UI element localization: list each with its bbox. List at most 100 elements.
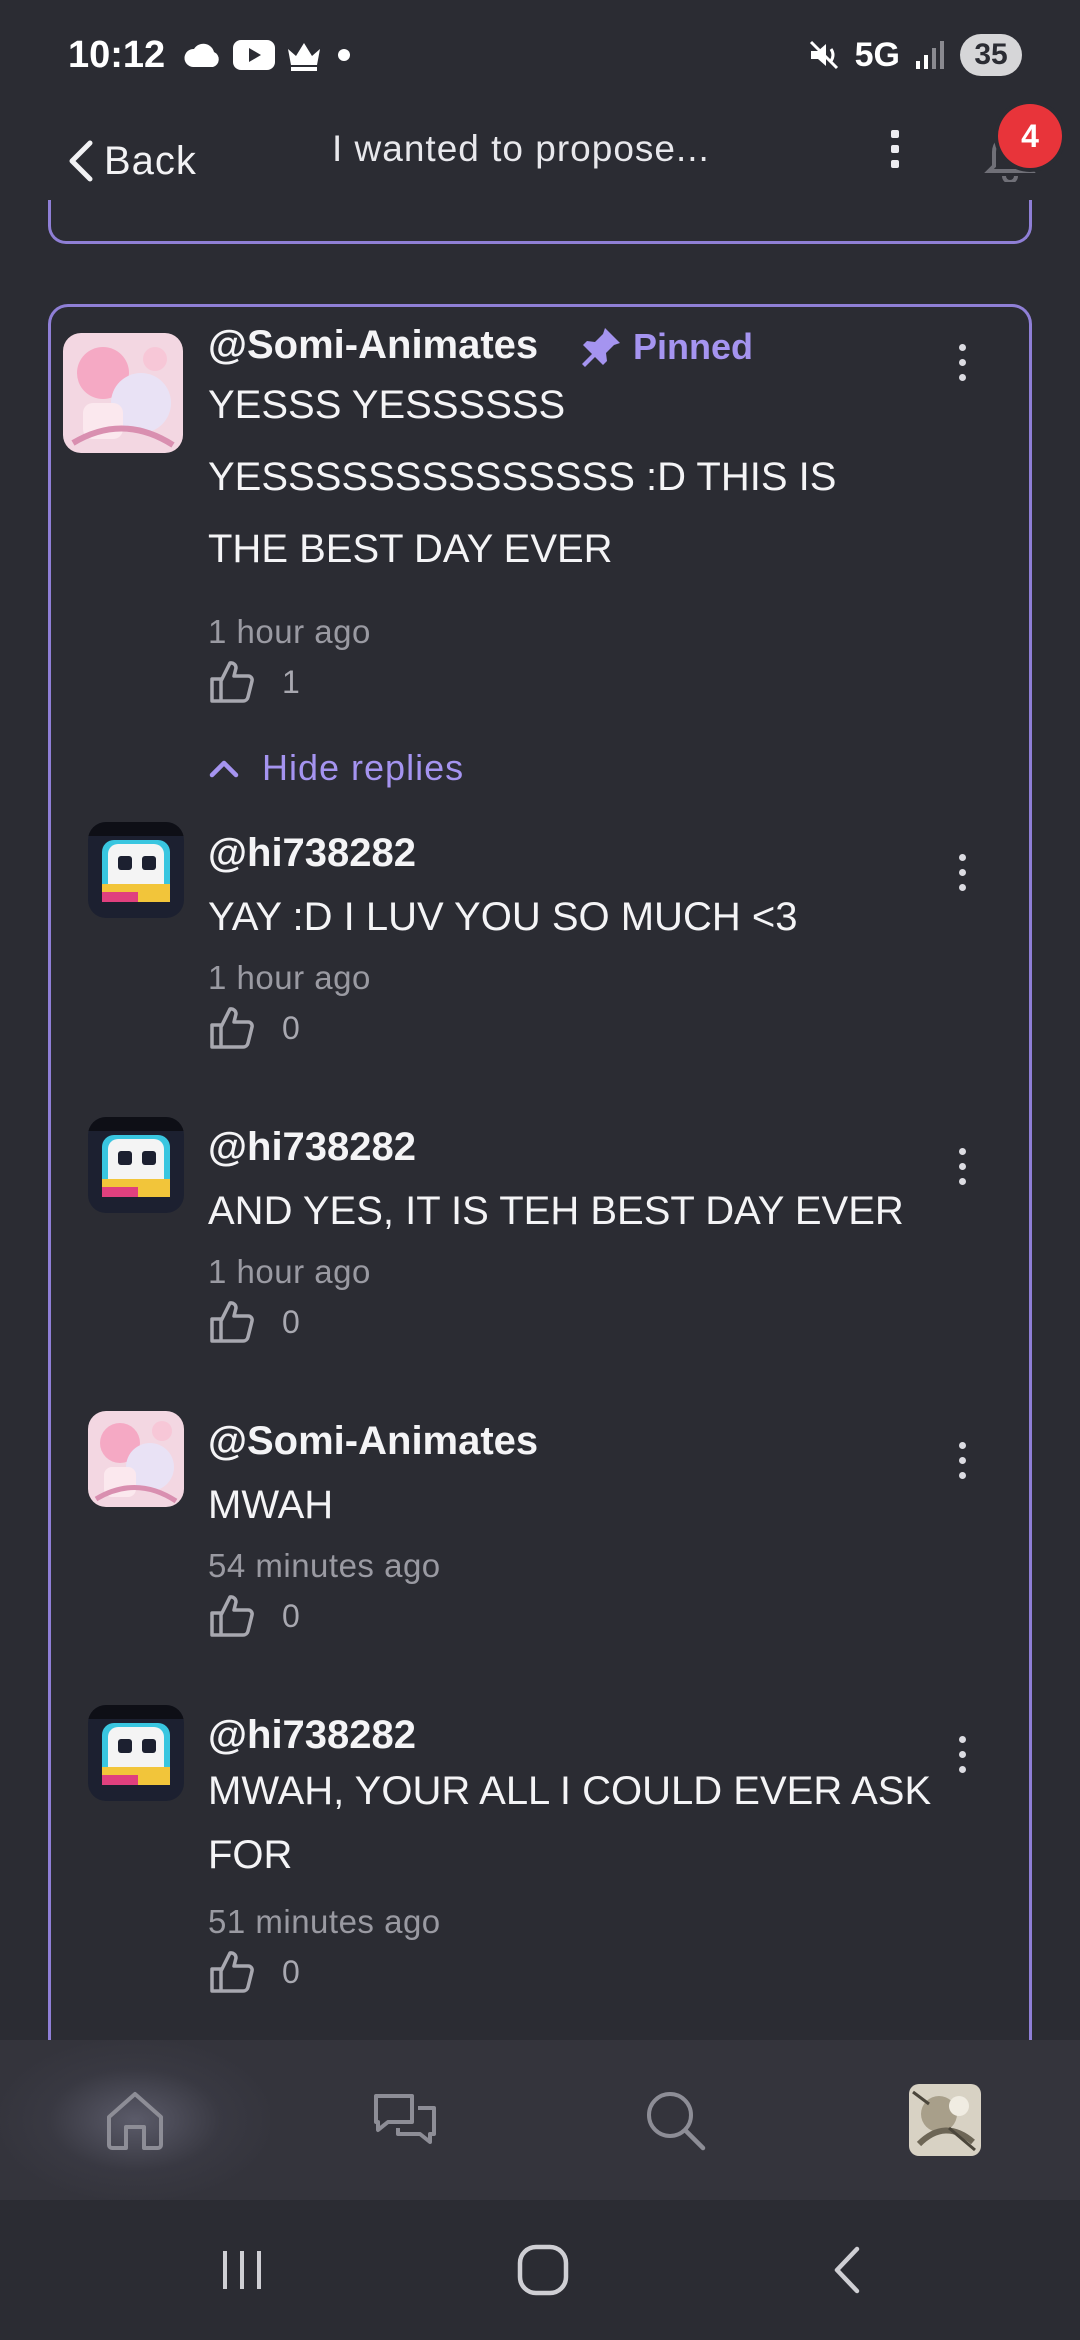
crown-icon xyxy=(288,43,321,71)
thumbs-up-icon[interactable] xyxy=(208,1299,256,1345)
reply-username[interactable]: @hi738282 xyxy=(208,831,416,876)
kebab-dot xyxy=(958,1471,966,1479)
hide-replies-button[interactable]: Hide replies xyxy=(208,747,464,789)
comment-text: YESSS YESSSSSS YESSSSSSSSSSSSSS :D THIS … xyxy=(208,383,837,571)
dot-icon xyxy=(338,49,351,61)
reply-avatar[interactable] xyxy=(88,1411,184,1507)
reply-avatar[interactable] xyxy=(88,1117,184,1213)
youtube-icon xyxy=(233,40,276,70)
avatar-image xyxy=(88,1411,184,1507)
kebab-dot xyxy=(958,1162,966,1170)
reply-time: 51 minutes ago xyxy=(208,1903,441,1940)
back-button[interactable]: Back xyxy=(66,128,197,194)
mute-icon xyxy=(809,40,838,70)
kebab-dot xyxy=(958,883,966,891)
nav-home[interactable] xyxy=(45,2040,225,2200)
like-count: 0 xyxy=(282,1303,300,1340)
thumbs-up-icon[interactable] xyxy=(208,1593,256,1639)
nav-profile[interactable] xyxy=(855,2040,1035,2200)
hide-replies-label: Hide replies xyxy=(262,747,465,788)
pin-icon xyxy=(582,328,620,367)
nav-chat[interactable] xyxy=(315,2040,495,2200)
page-title: I wanted to propose... xyxy=(332,128,710,169)
back-label: Back xyxy=(104,138,197,183)
network-label: 5G xyxy=(854,35,900,74)
kebab-dot xyxy=(891,145,899,153)
recent-apps-icon xyxy=(223,2251,261,2289)
bottom-nav xyxy=(0,2040,1080,2200)
signal-icon xyxy=(916,41,944,69)
avatar-image xyxy=(88,822,184,918)
kebab-dot xyxy=(958,1765,966,1773)
profile-avatar xyxy=(909,2084,981,2156)
reply-options-button[interactable] xyxy=(947,1435,977,1485)
reply-text: MWAH xyxy=(208,1483,334,1527)
reply-username[interactable]: @Somi-Animates xyxy=(208,1419,538,1464)
chevron-up-icon xyxy=(209,760,239,778)
home-circle-icon xyxy=(517,2244,569,2296)
notifications-button[interactable]: 4 xyxy=(978,104,1062,184)
reply-avatar[interactable] xyxy=(88,822,184,918)
comment-options-button[interactable] xyxy=(947,337,977,387)
kebab-dot xyxy=(958,1750,966,1758)
status-bar: 10:12 5G 35 xyxy=(0,0,1080,110)
like-row: 0 xyxy=(208,1299,300,1345)
nav-search[interactable] xyxy=(585,2040,765,2200)
reply-options-button[interactable] xyxy=(947,1729,977,1779)
back-system-button[interactable] xyxy=(787,2230,907,2310)
status-time: 10:12 xyxy=(68,33,166,76)
reply-time: 1 hour ago xyxy=(208,1253,371,1290)
reply-username[interactable]: @hi738282 xyxy=(208,1713,416,1758)
thumbs-up-icon[interactable] xyxy=(208,659,256,705)
status-icons-left xyxy=(183,39,355,71)
home-icon xyxy=(107,2092,163,2150)
reply-username[interactable]: @hi738282 xyxy=(208,1125,416,1170)
thumbs-up-icon[interactable] xyxy=(208,1949,256,1995)
notification-badge: 4 xyxy=(998,104,1062,168)
reply-text: AND YES, IT IS TEH BEST DAY EVER xyxy=(208,1189,904,1233)
comment-card: @Somi-Animates Pinned YESSS YESSSSSS YES… xyxy=(48,304,1032,2064)
more-options-button[interactable] xyxy=(875,124,915,174)
avatar-image xyxy=(63,333,183,453)
reply-avatar[interactable] xyxy=(88,1705,184,1801)
profile-avatar-image xyxy=(909,2084,981,2156)
home-system-button[interactable] xyxy=(483,2230,603,2310)
kebab-dot xyxy=(958,853,966,861)
like-row: 0 xyxy=(208,1949,300,1995)
system-navigation-bar xyxy=(0,2200,1080,2340)
cloud-icon xyxy=(184,43,219,67)
reply-text: YAY :D I LUV YOU SO MUCH <3 xyxy=(208,895,798,939)
recent-apps-button[interactable] xyxy=(182,2230,302,2310)
previous-comment-card xyxy=(48,200,1032,244)
kebab-dot xyxy=(958,1177,966,1185)
reply-time: 1 hour ago xyxy=(208,959,371,996)
chevron-left-icon xyxy=(69,140,93,182)
avatar-image xyxy=(88,1705,184,1801)
kebab-dot xyxy=(891,130,899,138)
like-row: 0 xyxy=(208,1593,300,1639)
comment-time: 1 hour ago xyxy=(208,613,371,650)
avatar-image xyxy=(88,1117,184,1213)
avatar[interactable] xyxy=(63,333,183,453)
kebab-dot xyxy=(958,1441,966,1449)
kebab-dot xyxy=(958,1735,966,1743)
kebab-dot xyxy=(958,373,966,381)
like-count: 1 xyxy=(282,663,300,700)
battery-indicator: 35 xyxy=(960,34,1022,76)
like-count: 0 xyxy=(282,1597,300,1634)
chat-icon xyxy=(374,2094,436,2144)
kebab-dot xyxy=(958,343,966,351)
like-count: 0 xyxy=(282,1953,300,1990)
back-arrow-icon xyxy=(834,2246,860,2294)
kebab-dot xyxy=(958,358,966,366)
like-count: 0 xyxy=(282,1009,300,1046)
thumbs-up-icon[interactable] xyxy=(208,1005,256,1051)
kebab-dot xyxy=(958,1147,966,1155)
pinned-badge: Pinned xyxy=(579,325,753,369)
like-row: 1 xyxy=(208,659,300,705)
reply-options-button[interactable] xyxy=(947,847,977,897)
comment-username[interactable]: @Somi-Animates xyxy=(208,323,538,368)
reply-options-button[interactable] xyxy=(947,1141,977,1191)
reply-time: 54 minutes ago xyxy=(208,1547,441,1584)
pinned-label: Pinned xyxy=(633,326,754,367)
